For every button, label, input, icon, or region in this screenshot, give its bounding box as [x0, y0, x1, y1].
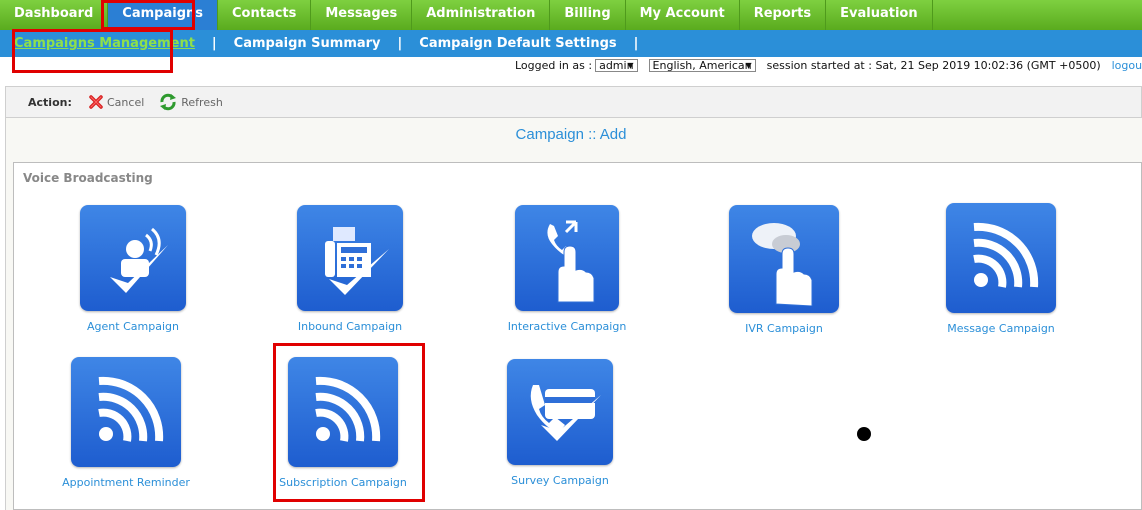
tile-label: Agent Campaign: [87, 320, 179, 333]
tile-label: Inbound Campaign: [297, 320, 403, 333]
subnav-campaign-default-settings[interactable]: Campaign Default Settings: [419, 36, 616, 51]
chevron-down-icon: ▼: [745, 61, 752, 70]
speech-touch-icon: [729, 205, 839, 313]
nav-administration[interactable]: Administration: [412, 0, 551, 30]
tile-subscription-campaign[interactable]: Subscription Campaign: [263, 357, 423, 489]
nav-billing[interactable]: Billing: [550, 0, 626, 30]
subnav-campaigns-management[interactable]: Campaigns Management: [14, 36, 195, 51]
cancel-button[interactable]: Cancel: [88, 94, 144, 110]
broadcast-icon: [71, 357, 181, 467]
status-bar: Logged in as : admin ▼ English, American…: [0, 57, 1142, 74]
nav-my-account[interactable]: My Account: [626, 0, 740, 30]
agent-headset-icon: [80, 205, 186, 311]
nav-evaluation[interactable]: Evaluation: [826, 0, 933, 30]
nav-messages[interactable]: Messages: [311, 0, 413, 30]
tile-appointment-reminder[interactable]: Appointment Reminder: [46, 357, 206, 489]
broadcast-icon: [288, 357, 398, 467]
nav-campaigns[interactable]: Campaigns: [108, 0, 218, 30]
tile-agent-campaign[interactable]: Agent Campaign: [53, 205, 213, 333]
action-bar: Action: Cancel Refresh: [5, 86, 1142, 118]
refresh-button[interactable]: Refresh: [158, 93, 223, 111]
tile-ivr-campaign[interactable]: IVR Campaign: [704, 205, 864, 335]
user-select[interactable]: admin ▼: [595, 59, 638, 72]
refresh-label: Refresh: [181, 95, 223, 109]
action-label: Action:: [28, 95, 72, 109]
broadcast-icon: [946, 203, 1056, 313]
tile-label: Message Campaign: [947, 322, 1055, 335]
panel-title: Voice Broadcasting: [23, 171, 153, 185]
cancel-label: Cancel: [107, 95, 145, 109]
tile-label: Interactive Campaign: [507, 320, 627, 333]
sub-nav: Campaigns Management | Campaign Summary …: [0, 30, 1142, 57]
tile-label: Survey Campaign: [511, 474, 609, 487]
tile-label: Appointment Reminder: [62, 476, 190, 489]
tile-label: IVR Campaign: [745, 322, 823, 335]
tile-inbound-campaign[interactable]: Inbound Campaign: [270, 205, 430, 333]
nav-dashboard[interactable]: Dashboard: [0, 0, 109, 30]
page-title: Campaign :: Add: [515, 126, 627, 143]
logged-in-label: Logged in as :: [515, 59, 593, 72]
session-info: session started at : Sat, 21 Sep 2019 10…: [766, 59, 1101, 72]
language-select-value: English, American: [652, 59, 752, 72]
cursor-dot: [857, 427, 871, 441]
tile-interactive-campaign[interactable]: Interactive Campaign: [487, 205, 647, 333]
nav-contacts[interactable]: Contacts: [218, 0, 312, 30]
phone-touch-icon: [515, 205, 619, 311]
nav-reports[interactable]: Reports: [740, 0, 827, 30]
phone-card-icon: [507, 359, 613, 465]
subnav-campaign-summary[interactable]: Campaign Summary: [234, 36, 381, 51]
top-nav: Dashboard Campaigns Contacts Messages Ad…: [0, 0, 1142, 30]
language-select[interactable]: English, American ▼: [648, 59, 756, 72]
subnav-separator: |: [633, 36, 639, 51]
tile-survey-campaign[interactable]: Survey Campaign: [480, 359, 640, 487]
fax-phone-icon: [297, 205, 403, 311]
subnav-separator: |: [211, 36, 217, 51]
logout-link[interactable]: logout: [1112, 59, 1142, 72]
tile-label: Subscription Campaign: [279, 476, 407, 489]
tile-message-campaign[interactable]: Message Campaign: [921, 203, 1081, 335]
subnav-separator: |: [397, 36, 403, 51]
refresh-icon: [160, 93, 177, 111]
chevron-down-icon: ▼: [627, 61, 634, 70]
cancel-icon: [89, 95, 103, 109]
